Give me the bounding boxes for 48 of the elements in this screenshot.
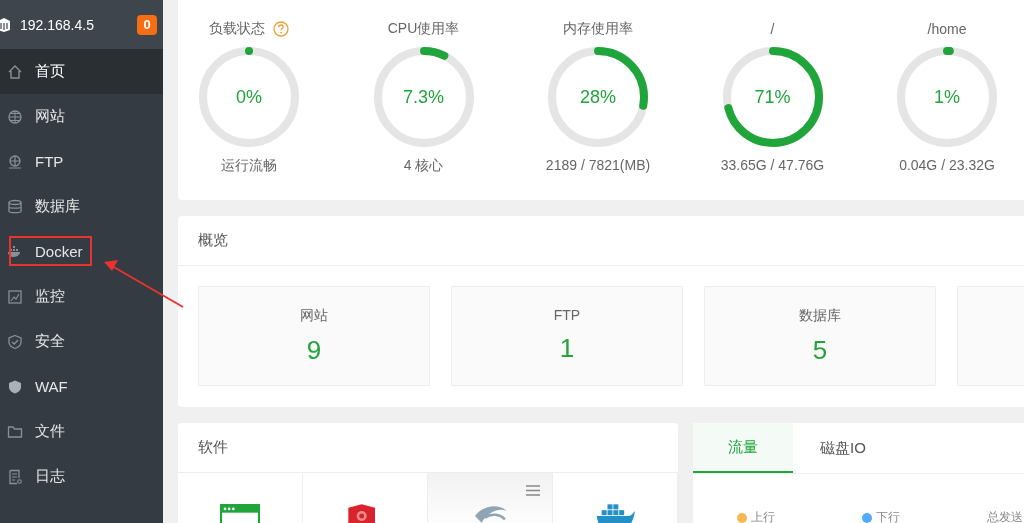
nav-item[interactable]: 数据库	[0, 184, 163, 229]
nav-icon	[7, 378, 23, 395]
server-address: 192.168.4.5	[20, 16, 94, 33]
stat-card[interactable]: 网站 9	[198, 286, 430, 386]
panel-title: 概览	[198, 231, 228, 250]
stat-card[interactable]: 数据库 5	[704, 286, 936, 386]
nav-item[interactable]: 日志	[0, 454, 163, 499]
gauge-value: 1%	[934, 86, 960, 108]
nav-item[interactable]: FTP	[0, 139, 163, 184]
nav-icon	[7, 468, 23, 485]
stat-card[interactable]: FTP 1	[451, 286, 683, 386]
nav-item[interactable]: 文件	[0, 409, 163, 454]
gauge-value: 7.3%	[403, 86, 444, 108]
chart-tab[interactable]: 磁盘IO	[793, 423, 893, 473]
legend-label: 下行	[876, 509, 900, 523]
gauge-title: /	[770, 21, 775, 37]
gauge-value: 28%	[580, 86, 616, 108]
gauge-title: 内存使用率	[563, 20, 633, 38]
nav-icon	[7, 153, 23, 170]
gauge-title: 负载状态	[209, 20, 265, 38]
legend-label: 上行	[751, 509, 775, 523]
software-tile[interactable]	[428, 473, 553, 523]
gauge-caption: 33.65G / 47.76G	[720, 157, 825, 173]
menu-icon[interactable]	[526, 485, 540, 496]
nav-item[interactable]: WAF	[0, 364, 163, 409]
gauge-title: CPU使用率	[387, 20, 460, 38]
panel-title: 软件	[198, 438, 228, 457]
nav-item[interactable]: 首页	[0, 49, 163, 94]
nav-item[interactable]: 监控	[0, 274, 163, 319]
gauge-caption: 4 核心	[403, 157, 444, 175]
nav-icon	[7, 63, 23, 80]
help-icon[interactable]	[273, 21, 289, 37]
gauge-caption: 0.04G / 23.32G	[899, 157, 995, 173]
nav-icon	[7, 198, 23, 215]
nav-icon	[7, 423, 23, 440]
nav-icon	[7, 333, 23, 350]
nav-item[interactable]: 网站	[0, 94, 163, 139]
nav-icon	[7, 108, 23, 125]
stat-label: 总发送	[987, 509, 1023, 523]
nav-item[interactable]: 安全	[0, 319, 163, 364]
gauge-title: /home	[927, 21, 967, 37]
nav-item[interactable]: Docker	[0, 229, 163, 274]
nav-icon	[7, 288, 23, 305]
gauge-caption: 2189 / 7821(MB)	[545, 157, 651, 173]
gauge-value: 0%	[236, 86, 262, 108]
gauge-caption: 运行流畅	[221, 157, 277, 175]
nav-icon	[7, 243, 23, 260]
gauge-value: 71%	[754, 86, 791, 108]
